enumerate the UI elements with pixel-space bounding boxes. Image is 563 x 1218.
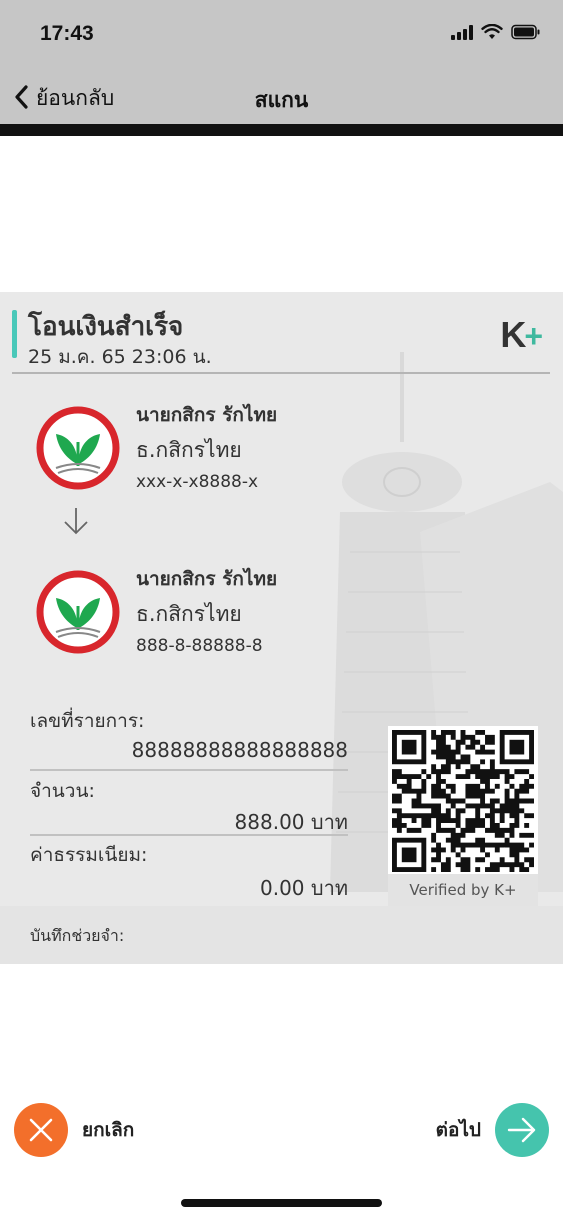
verification-qr[interactable]: Verified by K+	[388, 726, 538, 906]
kplus-logo: K+	[500, 314, 543, 355]
signal-icon	[451, 24, 473, 40]
fee-value: 0.00 บาท	[260, 876, 348, 900]
title-accent-bar	[12, 310, 17, 358]
receiver-name: นายกสิกร รักไทย	[136, 568, 278, 590]
amount-field: จำนวน: 888.00 บาท	[30, 776, 348, 838]
page-title: สแกน	[254, 88, 309, 112]
cancel-label: ยกเลิก	[82, 1119, 135, 1141]
sender-name: นายกสิกร รักไทย	[136, 404, 278, 426]
cancel-button[interactable]: ยกเลิก	[14, 1103, 134, 1157]
transfer-slip: โอนเงินสำเร็จ 25 ม.ค. 65 23:06 น. K+ นาย…	[0, 292, 563, 964]
memo-label: บันทึกช่วยจำ:	[30, 926, 125, 945]
reference-field: เลขที่รายการ: 88888888888888888	[30, 706, 348, 776]
kasikorn-bank-logo-icon	[36, 570, 120, 654]
reference-label: เลขที่รายการ:	[30, 710, 145, 732]
field-divider	[30, 769, 348, 771]
header-divider	[12, 372, 550, 374]
amount-label: จำนวน:	[30, 780, 95, 802]
next-button[interactable]: ต่อไป	[436, 1103, 549, 1157]
status-bar: 17:43	[0, 0, 563, 62]
fee-label: ค่าธรรมเนียม:	[30, 844, 148, 866]
navigation-bar: ย้อนกลับ สแกน	[0, 70, 563, 124]
receiver-bank: ธ.กสิกรไทย	[136, 602, 242, 626]
scanner-edge-bar	[0, 124, 563, 136]
top-bar: 17:43 ย้อนกลับ สแกน	[0, 0, 563, 124]
close-icon	[14, 1103, 68, 1157]
arrow-right-icon	[495, 1103, 549, 1157]
battery-icon	[511, 24, 541, 40]
wifi-icon	[481, 24, 503, 40]
field-divider	[30, 834, 348, 836]
next-label: ต่อไป	[435, 1119, 481, 1141]
slip-title: โอนเงินสำเร็จ	[28, 312, 184, 342]
receiver-block: นายกสิกร รักไทย ธ.กสิกรไทย 888-8-88888-8	[0, 564, 360, 664]
sender-block: นายกสิกร รักไทย ธ.กสิกรไทย xxx-x-x8888-x	[0, 400, 360, 500]
reference-value: 88888888888888888	[131, 738, 348, 762]
sender-account: xxx-x-x8888-x	[136, 472, 259, 492]
memo-bar: บันทึกช่วยจำ:	[0, 906, 563, 964]
home-indicator	[181, 1199, 382, 1207]
slip-date: 25 ม.ค. 65 23:06 น.	[28, 346, 212, 368]
receiver-account: 888-8-88888-8	[136, 636, 263, 656]
qr-caption: Verified by K+	[388, 874, 538, 906]
sender-bank: ธ.กสิกรไทย	[136, 438, 242, 462]
qr-code-image	[392, 730, 534, 872]
arrow-down-icon	[64, 508, 88, 535]
status-icons	[451, 24, 541, 40]
kasikorn-bank-logo-icon	[36, 406, 120, 490]
fee-field: ค่าธรรมเนียม: 0.00 บาท	[30, 840, 348, 910]
status-time: 17:43	[40, 22, 94, 45]
